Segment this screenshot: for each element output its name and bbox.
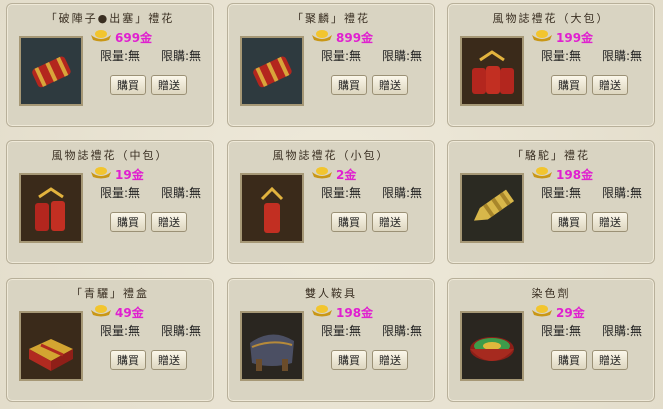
item-thumbnail[interactable]: [240, 36, 304, 106]
item-card: 「青驪」禮盒 49金 限量:無 限購:無 購買 贈送: [6, 278, 214, 402]
gold-ingot-icon: [532, 305, 552, 317]
gold-ingot-icon: [91, 305, 111, 317]
item-thumbnail[interactable]: [460, 311, 524, 381]
item-thumbnail[interactable]: [240, 173, 304, 243]
buy-button[interactable]: 購買: [331, 75, 367, 95]
item-card: 雙人鞍具 198金 限量:無 限購:無 購買 贈送: [227, 278, 435, 402]
item-card: 「駱駝」禮花 198金 限量:無 限購:無 購買 贈送: [447, 140, 655, 264]
limit-purchase: 限購:無: [602, 324, 643, 338]
buy-button[interactable]: 購買: [331, 350, 367, 370]
gift-button[interactable]: 贈送: [592, 212, 628, 232]
gift-box-icon: [21, 313, 81, 379]
gold-ingot-icon: [312, 30, 332, 42]
buy-button[interactable]: 購買: [110, 75, 146, 95]
dye-bowl-icon: [462, 313, 522, 379]
gift-button[interactable]: 贈送: [372, 350, 408, 370]
buy-button[interactable]: 購買: [551, 75, 587, 95]
item-title: 風物誌禮花（小包）: [272, 149, 390, 162]
gift-button[interactable]: 贈送: [592, 350, 628, 370]
gift-button[interactable]: 贈送: [151, 75, 187, 95]
firework-golden-icon: [462, 175, 522, 241]
limit-quantity: 限量:無: [321, 324, 362, 338]
buy-button[interactable]: 購買: [551, 212, 587, 232]
limit-quantity: 限量:無: [321, 186, 362, 200]
item-title: 風物誌禮花（大包）: [492, 12, 610, 25]
firework-bundle-icon: [21, 175, 81, 241]
gold-ingot-icon: [312, 167, 332, 179]
item-title: 「青驪」禮盒: [71, 287, 149, 300]
firework-bundle-icon: [21, 38, 81, 104]
firework-bundle-icon: [242, 38, 302, 104]
item-price: 699金: [115, 31, 153, 45]
limit-quantity: 限量:無: [541, 49, 582, 63]
item-thumbnail[interactable]: [460, 36, 524, 106]
item-card: 染色劑 29金 限量:無 限購:無 購買 贈送: [447, 278, 655, 402]
firework-bundle-icon: [462, 38, 522, 104]
gift-button[interactable]: 贈送: [151, 212, 187, 232]
limit-quantity: 限量:無: [541, 186, 582, 200]
item-price: 198金: [556, 168, 594, 182]
limit-purchase: 限購:無: [602, 49, 643, 63]
item-price: 19金: [115, 168, 144, 182]
limit-purchase: 限購:無: [161, 324, 202, 338]
firework-bundle-icon: [242, 175, 302, 241]
item-card: 風物誌禮花（中包） 19金 限量:無 限購:無 購買 贈送: [6, 140, 214, 264]
limit-purchase: 限購:無: [382, 49, 423, 63]
item-title: 「駱駝」禮花: [512, 149, 590, 162]
gold-ingot-icon: [532, 30, 552, 42]
item-title: 雙人鞍具: [305, 287, 357, 300]
limit-quantity: 限量:無: [100, 324, 141, 338]
item-price: 198金: [336, 306, 374, 320]
item-card: 風物誌禮花（大包） 199金 限量:無 限購:無 購買 贈送: [447, 3, 655, 127]
gift-button[interactable]: 贈送: [151, 350, 187, 370]
saddle-icon: [242, 313, 302, 379]
limit-quantity: 限量:無: [321, 49, 362, 63]
gift-button[interactable]: 贈送: [372, 212, 408, 232]
buy-button[interactable]: 購買: [551, 350, 587, 370]
item-thumbnail[interactable]: [460, 173, 524, 243]
gold-ingot-icon: [91, 167, 111, 179]
gold-ingot-icon: [312, 305, 332, 317]
limit-purchase: 限購:無: [382, 186, 423, 200]
gift-button[interactable]: 贈送: [592, 75, 628, 95]
item-card: 「破陣子●出塞」禮花 699金 限量:無 限購:無 購買 贈送: [6, 3, 214, 127]
item-thumbnail[interactable]: [19, 173, 83, 243]
item-thumbnail[interactable]: [19, 36, 83, 106]
gift-button[interactable]: 贈送: [372, 75, 408, 95]
limit-quantity: 限量:無: [100, 49, 141, 63]
item-thumbnail[interactable]: [240, 311, 304, 381]
item-card: 「聚麟」禮花 899金 限量:無 限購:無 購買 贈送: [227, 3, 435, 127]
limit-purchase: 限購:無: [602, 186, 643, 200]
item-title: 「聚麟」禮花: [292, 12, 370, 25]
limit-quantity: 限量:無: [541, 324, 582, 338]
shop-grid: 「破陣子●出塞」禮花 699金 限量:無 限購:無 購買 贈送 「聚麟」禮花 8…: [0, 0, 663, 409]
gold-ingot-icon: [91, 30, 111, 42]
limit-quantity: 限量:無: [100, 186, 141, 200]
buy-button[interactable]: 購買: [331, 212, 367, 232]
item-price: 199金: [556, 31, 594, 45]
item-price: 2金: [336, 168, 357, 182]
buy-button[interactable]: 購買: [110, 212, 146, 232]
item-price: 29金: [556, 306, 585, 320]
item-title: 染色劑: [531, 287, 571, 300]
item-thumbnail[interactable]: [19, 311, 83, 381]
limit-purchase: 限購:無: [161, 49, 202, 63]
item-price: 899金: [336, 31, 374, 45]
limit-purchase: 限購:無: [161, 186, 202, 200]
item-card: 風物誌禮花（小包） 2金 限量:無 限購:無 購買 贈送: [227, 140, 435, 264]
buy-button[interactable]: 購買: [110, 350, 146, 370]
item-title: 「破陣子●出塞」禮花: [45, 12, 175, 25]
gold-ingot-icon: [532, 167, 552, 179]
item-price: 49金: [115, 306, 144, 320]
item-title: 風物誌禮花（中包）: [51, 149, 169, 162]
limit-purchase: 限購:無: [382, 324, 423, 338]
